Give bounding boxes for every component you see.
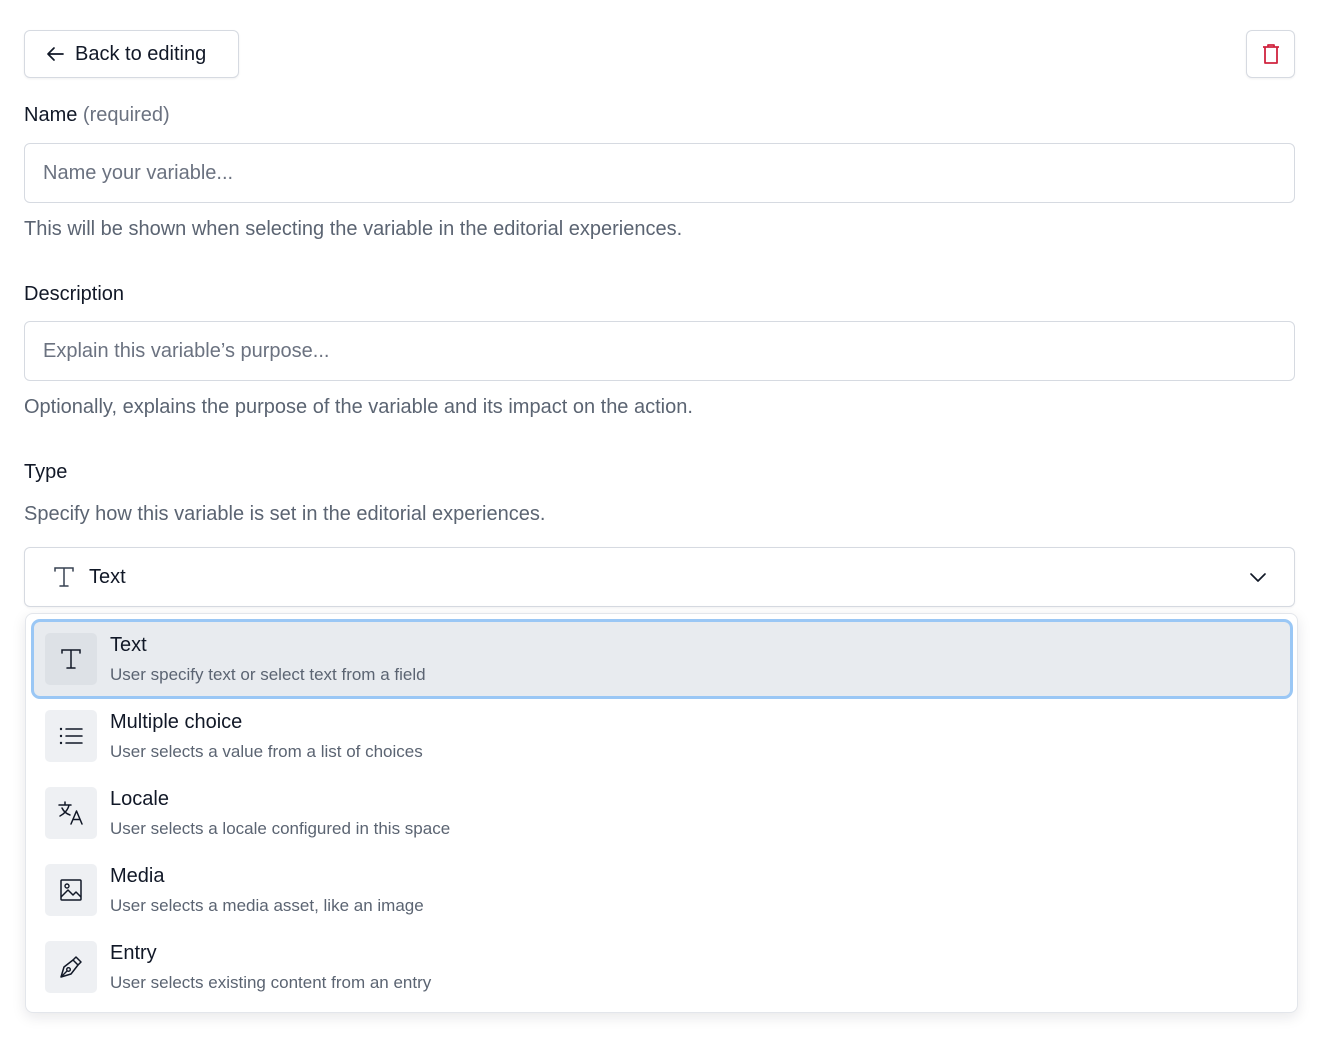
name-label: Name (required) <box>24 104 170 127</box>
translate-icon <box>58 801 83 825</box>
type-option-text[interactable]: Text User specify text or select text fr… <box>34 622 1290 696</box>
name-help-text: This will be shown when selecting the va… <box>24 218 683 240</box>
variable-editor-page: Back to editing Name (required) This wil… <box>0 0 1320 1039</box>
type-select-value: Text <box>89 565 126 588</box>
pen-nib-icon <box>60 956 82 978</box>
option-title: Text <box>110 633 147 656</box>
option-title: Entry <box>110 941 157 964</box>
arrow-left-icon <box>47 47 64 61</box>
option-description: User selects a locale configured in this… <box>110 818 451 838</box>
option-description: User selects a value from a list of choi… <box>110 741 423 761</box>
name-input[interactable] <box>24 143 1295 203</box>
type-help-text: Specify how this variable is set in the … <box>24 503 546 525</box>
trash-icon <box>1262 44 1279 64</box>
option-description: User specify text or select text from a … <box>110 664 426 684</box>
option-icon-box <box>45 787 97 839</box>
option-title: Media <box>110 864 165 887</box>
list-icon <box>59 727 83 745</box>
description-input[interactable] <box>24 321 1295 381</box>
type-option-locale[interactable]: Locale User selects a locale configured … <box>34 776 1290 850</box>
type-label: Type <box>24 461 68 483</box>
type-option-media[interactable]: Media User selects a media asset, like a… <box>34 853 1290 927</box>
description-label: Description <box>24 283 125 305</box>
text-type-icon <box>61 649 81 669</box>
delete-button[interactable] <box>1246 30 1295 78</box>
image-icon <box>60 879 82 901</box>
back-to-editing-button[interactable]: Back to editing <box>24 30 239 78</box>
option-icon-box <box>45 633 97 685</box>
option-description: User selects existing content from an en… <box>110 972 432 992</box>
required-hint: (required) <box>82 104 170 126</box>
option-icon-box <box>45 710 97 762</box>
chevron-down-icon <box>1250 573 1266 582</box>
description-help-text: Optionally, explains the purpose of the … <box>24 396 693 418</box>
back-to-editing-label: Back to editing <box>75 42 207 65</box>
option-title: Locale <box>110 787 169 810</box>
text-type-icon <box>54 567 74 587</box>
option-title: Multiple choice <box>110 710 243 733</box>
type-option-multiple-choice[interactable]: Multiple choice User selects a value fro… <box>34 699 1290 773</box>
type-dropdown-menu: Text User specify text or select text fr… <box>25 613 1298 1013</box>
type-option-entry[interactable]: Entry User selects existing content from… <box>34 930 1290 1004</box>
option-icon-box <box>45 864 97 916</box>
name-label-text: Name <box>24 104 78 126</box>
option-icon-box <box>45 941 97 993</box>
type-select[interactable]: Text <box>24 547 1295 607</box>
option-description: User selects a media asset, like an imag… <box>110 895 424 915</box>
